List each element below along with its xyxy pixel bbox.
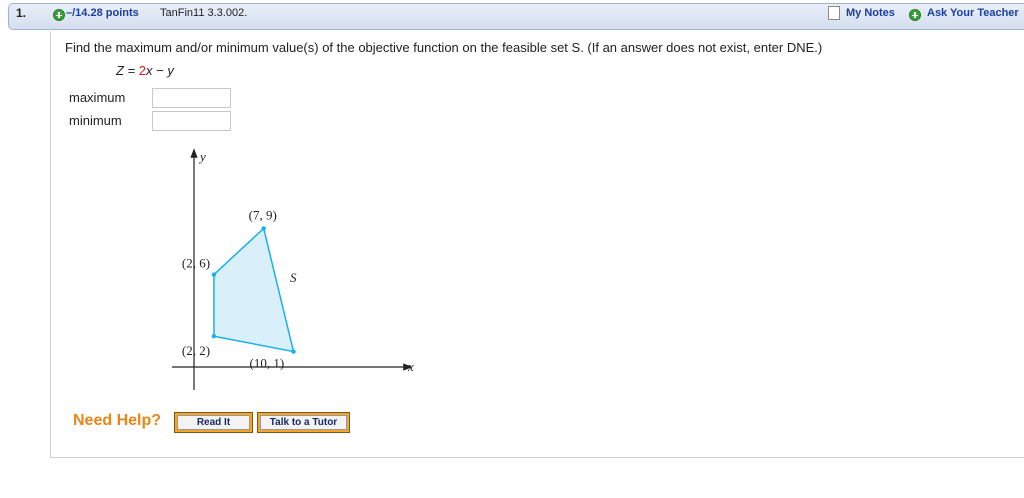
read-it-label: Read It <box>177 415 250 430</box>
vertex-label: (2, 6) <box>182 256 210 271</box>
y-axis-label: y <box>198 149 206 164</box>
plus-icon[interactable] <box>53 9 65 21</box>
minimum-label: minimum <box>69 113 122 128</box>
need-help-label: Need Help? <box>73 412 162 429</box>
vertex-point <box>261 226 266 231</box>
talk-to-tutor-button[interactable]: Talk to a Tutor <box>257 412 350 433</box>
ask-teacher-link[interactable]: Ask Your Teacher <box>927 7 1019 19</box>
vertex-point <box>211 334 217 339</box>
vertex-label: (2, 2) <box>182 343 210 358</box>
notes-icon[interactable] <box>828 6 840 20</box>
maximum-input[interactable] <box>152 88 231 108</box>
objective-rest: x − y <box>146 63 174 78</box>
vertex-label: (7, 9) <box>249 207 277 222</box>
problem-code: TanFin11 3.3.002. <box>160 7 248 19</box>
maximum-label: maximum <box>69 90 126 105</box>
feasible-region-graph: y x (2, 2) (2, 6) (7, 9) (10, 1) S <box>172 148 414 390</box>
points-label: –/14.28 points <box>66 7 139 19</box>
x-axis-label: x <box>407 359 414 374</box>
minimum-input[interactable] <box>152 111 231 131</box>
talk-to-tutor-label: Talk to a Tutor <box>260 415 347 430</box>
objective-function: Z = 2x − y <box>116 63 174 78</box>
vertex-point <box>291 349 296 354</box>
my-notes-link[interactable]: My Notes <box>846 7 895 19</box>
read-it-button[interactable]: Read It <box>174 412 253 433</box>
vertex-point <box>211 272 217 277</box>
vertex-label: (10, 1) <box>250 356 285 371</box>
question-number: 1. <box>16 6 27 20</box>
objective-coefficient: 2 <box>138 63 146 78</box>
objective-prefix: Z = <box>116 63 139 78</box>
region-label: S <box>290 270 297 285</box>
plus-icon[interactable] <box>909 9 921 21</box>
question-prompt: Find the maximum and/or minimum value(s)… <box>65 40 823 55</box>
feasible-region <box>213 226 295 353</box>
